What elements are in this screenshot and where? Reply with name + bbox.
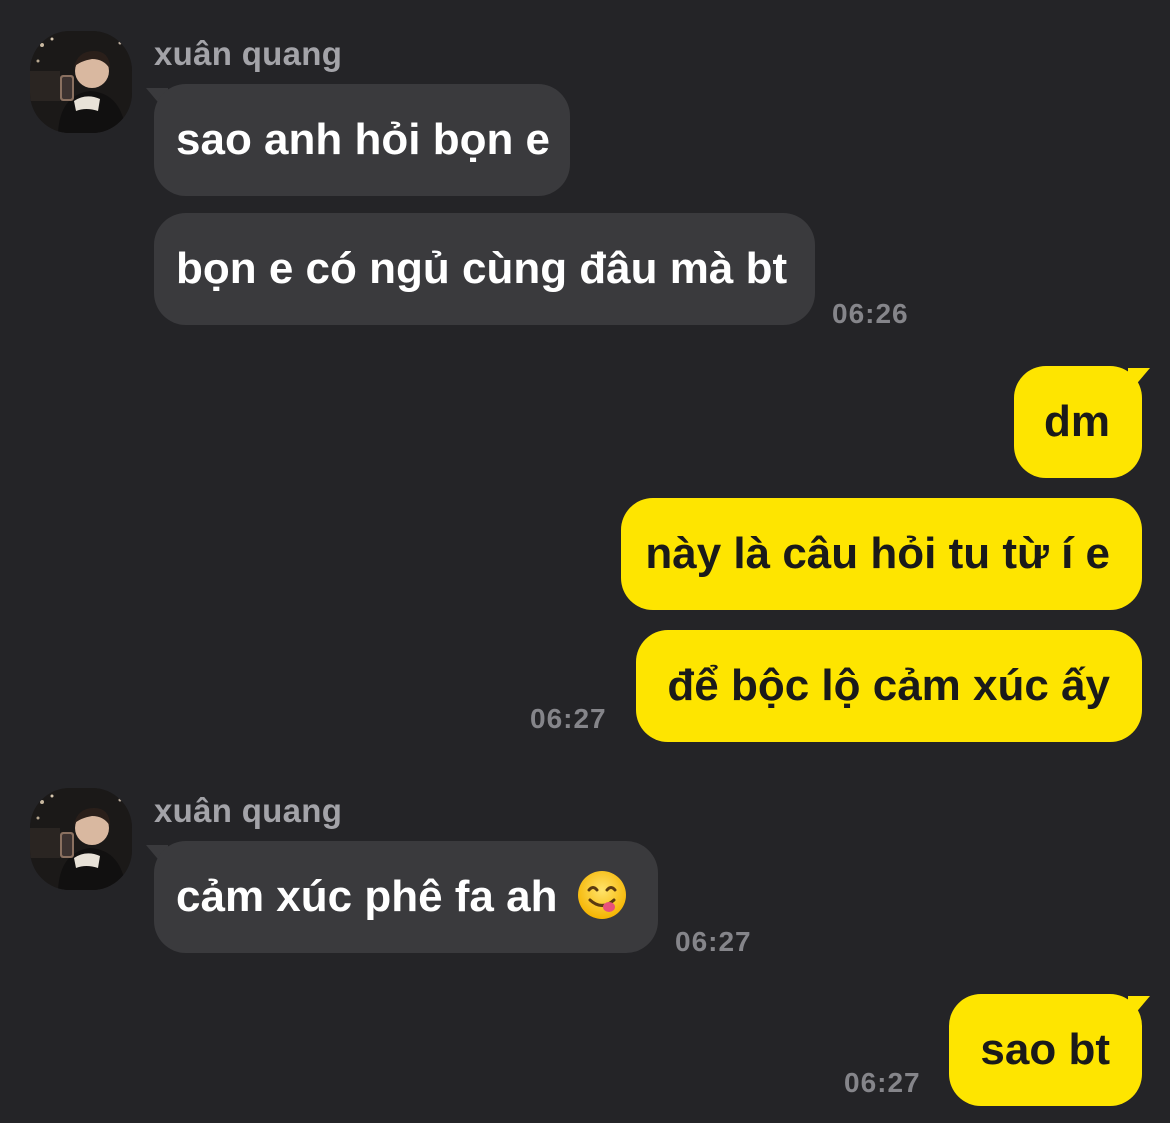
message-timestamp: 06:26 <box>832 298 909 329</box>
outgoing-message-bubble[interactable]: để bộc lộ cảm xúc ấy <box>636 630 1142 742</box>
avatar[interactable] <box>30 788 132 890</box>
message-timestamp: 06:27 <box>675 926 752 957</box>
avatar-photo <box>30 31 132 133</box>
message-text: sao bt <box>980 1025 1110 1074</box>
message-text: để bộc lộ cảm xúc ấy <box>667 661 1110 710</box>
message-text: bọn e có ngủ cùng đâu mà bt <box>176 244 788 293</box>
message-text: sao anh hỏi bọn e <box>176 115 551 164</box>
outgoing-message-bubble[interactable]: sao bt <box>949 994 1142 1106</box>
face-savoring-food-emoji <box>577 871 626 920</box>
message-timestamp: 06:27 <box>844 1067 921 1098</box>
avatar[interactable] <box>30 31 132 133</box>
message-timestamp: 06:27 <box>530 703 607 734</box>
message-text: này là câu hỏi tu từ í e <box>645 529 1110 578</box>
sender-name: xuân quang <box>154 792 343 829</box>
outgoing-message-bubble[interactable]: này là câu hỏi tu từ í e <box>621 498 1142 610</box>
sender-name: xuân quang <box>154 35 343 72</box>
message-text: cảm xúc phê fa ah <box>176 872 558 921</box>
message-text: dm <box>1044 397 1110 446</box>
avatar-photo <box>30 788 132 890</box>
incoming-message-bubble[interactable]: cảm xúc phê fa ah <box>154 841 658 953</box>
incoming-message-bubble[interactable]: sao anh hỏi bọn e <box>154 84 570 196</box>
outgoing-message-bubble[interactable]: dm <box>1014 366 1142 478</box>
incoming-message-bubble[interactable]: bọn e có ngủ cùng đâu mà bt <box>154 213 815 325</box>
